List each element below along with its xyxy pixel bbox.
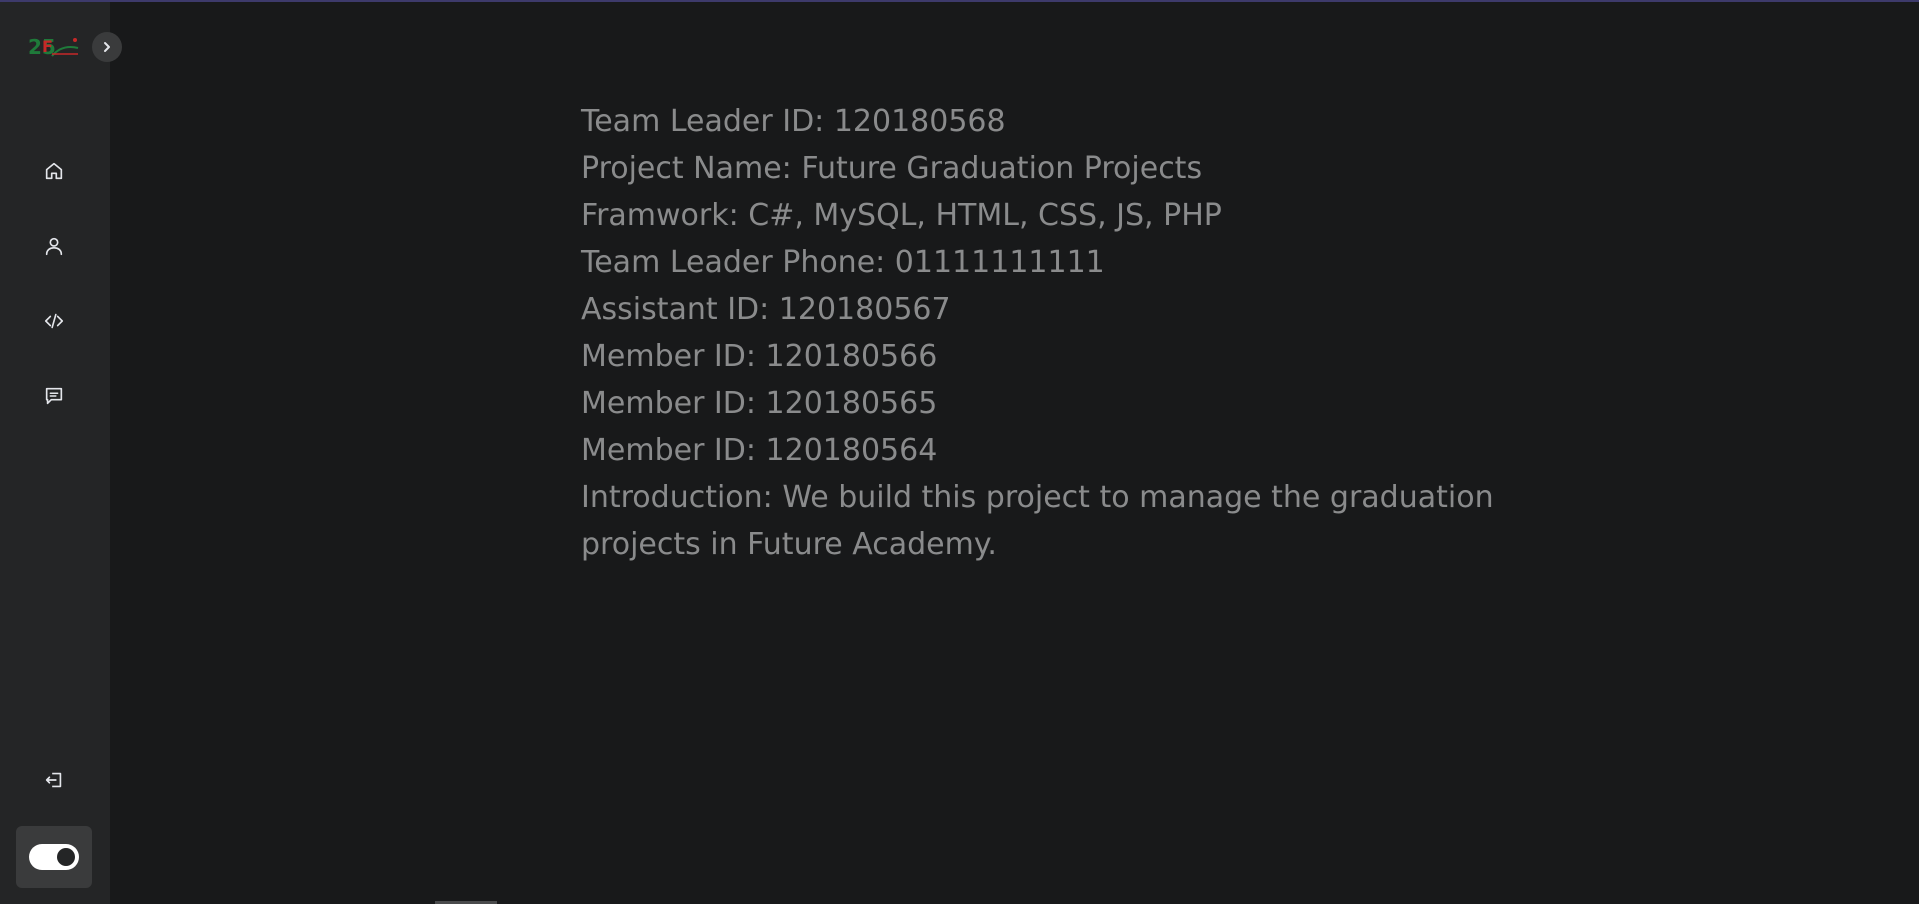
framework: Framwork: C#, MySQL, HTML, CSS, JS, PHP: [581, 198, 1222, 233]
assistant-id: Assistant ID: 120180567: [581, 292, 951, 327]
chevron-right-icon: [104, 42, 110, 52]
svg-text:F: F: [42, 37, 53, 56]
introduction: Introduction: We build this project to m…: [581, 480, 1494, 562]
logo: 25 F: [28, 32, 80, 62]
member-id: Member ID: 120180565: [581, 386, 938, 421]
user-icon: [45, 237, 63, 256]
code-icon: [44, 313, 64, 329]
team-leader-id: Team Leader ID: 120180568: [581, 104, 1006, 139]
theme-toggle[interactable]: [16, 826, 92, 888]
member-id: Member ID: 120180564: [581, 433, 938, 468]
member-id: Member ID: 120180566: [581, 339, 938, 374]
switch-knob: [57, 848, 75, 866]
nav-code[interactable]: [38, 305, 70, 337]
logout-icon: [45, 772, 62, 788]
theme-switch[interactable]: [29, 844, 79, 870]
message-icon: [45, 387, 63, 405]
team-leader-phone: Team Leader Phone: 01111111111: [581, 245, 1105, 280]
project-details: Team Leader ID: 120180568 Project Name: …: [581, 98, 1561, 568]
sidebar-expand-button[interactable]: [92, 32, 122, 62]
nav-messages[interactable]: [38, 380, 70, 412]
top-accent-line: [0, 0, 1919, 2]
logout-button[interactable]: [38, 764, 70, 796]
project-name: Project Name: Future Graduation Projects: [581, 151, 1203, 186]
nav-profile[interactable]: [38, 230, 70, 262]
home-icon: [45, 162, 63, 180]
sidebar: 25 F: [0, 2, 122, 904]
nav-home[interactable]: [38, 155, 70, 187]
